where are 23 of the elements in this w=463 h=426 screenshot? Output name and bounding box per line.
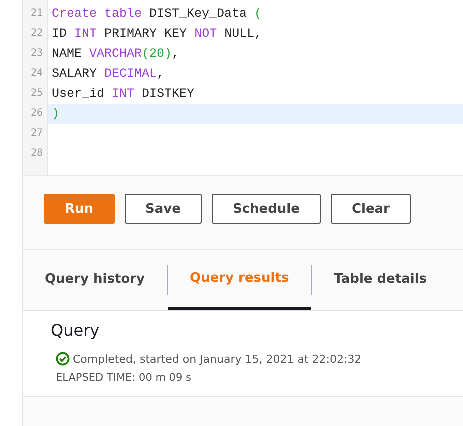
line-number: 23 [30, 47, 44, 61]
line-number: 22 [30, 27, 44, 41]
code-line: ) [51, 107, 60, 121]
tab[interactable]: Query history [23, 250, 168, 310]
elapsed-time: ELAPSED TIME: 00 m 09 s [56, 372, 192, 384]
code-line: User_id INT DISTKEY [51, 87, 195, 101]
line-number: 24 [30, 67, 44, 81]
line-number: 26 [30, 107, 44, 121]
code-line: NAME VARCHAR(20), [51, 47, 180, 61]
code-line: ID INT PRIMARY KEY NOT NULL, [51, 27, 262, 41]
line-number: 28 [30, 147, 44, 161]
line-number: 27 [30, 127, 44, 141]
results-title: Query [51, 321, 101, 340]
code-line: Create table DIST_Key_Data ( [51, 7, 262, 21]
check-circle-icon [56, 352, 70, 366]
status-text: Completed, started on January 15, 2021 at 22:02:32 [73, 352, 362, 366]
action-button[interactable]: Save [124, 194, 202, 224]
line-number: 25 [30, 87, 44, 101]
tab[interactable]: Table details [312, 250, 450, 310]
action-button[interactable]: Schedule [212, 194, 321, 224]
action-button[interactable]: Clear [330, 194, 411, 224]
code-line: SALARY DECIMAL, [51, 67, 165, 81]
line-number: 21 [30, 7, 44, 21]
